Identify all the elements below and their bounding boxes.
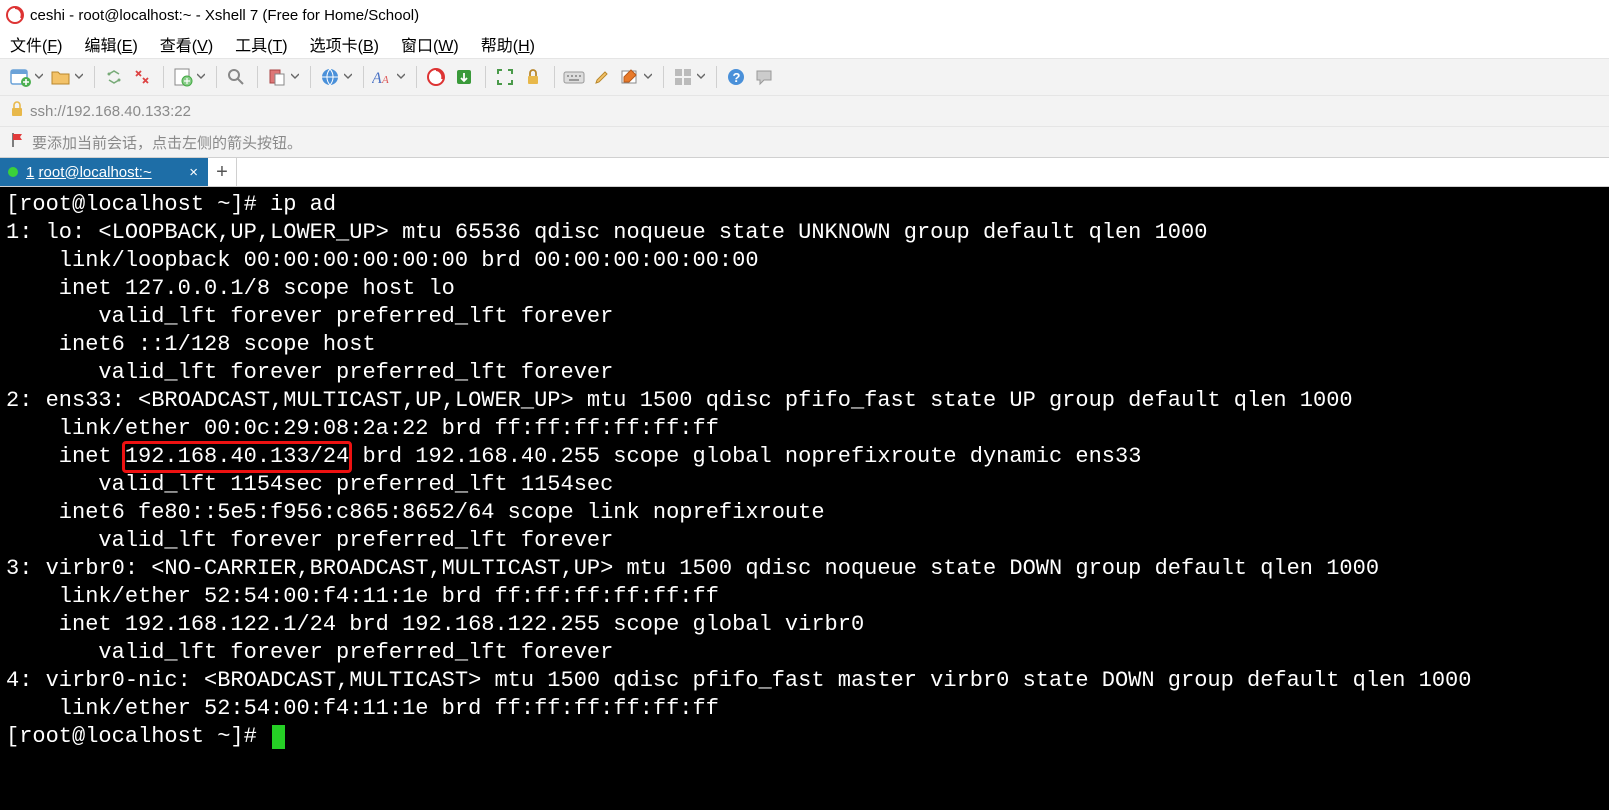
output-line: 4: virbr0-nic: <BROADCAST,MULTICAST> mtu… xyxy=(6,668,1471,693)
output-line: valid_lft forever preferred_lft forever xyxy=(6,304,613,329)
keyboard-icon[interactable] xyxy=(561,64,587,90)
hint-text: 要添加当前会话，点击左侧的箭头按钮。 xyxy=(32,132,302,153)
output-line: valid_lft forever preferred_lft forever xyxy=(6,360,613,385)
dropdown-icon[interactable] xyxy=(343,73,353,81)
output-line: 3: virbr0: <NO-CARRIER,BROADCAST,MULTICA… xyxy=(6,556,1379,581)
tile-icon[interactable] xyxy=(670,64,696,90)
dropdown-icon[interactable] xyxy=(34,73,44,81)
output-line: 1: lo: <LOOPBACK,UP,LOWER_UP> mtu 65536 … xyxy=(6,220,1207,245)
search-icon[interactable] xyxy=(223,64,249,90)
menu-bar: 文件(F) 编辑(E) 查看(V) 工具(T) 选项卡(B) 窗口(W) 帮助(… xyxy=(0,30,1609,58)
paste-icon[interactable] xyxy=(264,64,290,90)
output-line: inet 127.0.0.1/8 scope host lo xyxy=(6,276,455,301)
separator xyxy=(257,66,258,88)
prompt: [root@localhost ~]# xyxy=(6,724,270,749)
menu-window[interactable]: 窗口(W) xyxy=(401,32,459,56)
output-line: valid_lft forever preferred_lft forever xyxy=(6,528,613,553)
separator xyxy=(416,66,417,88)
separator xyxy=(363,66,364,88)
output-line: inet6 fe80::5e5:f956:c865:8652/64 scope … xyxy=(6,500,838,525)
dropdown-icon[interactable] xyxy=(74,73,84,81)
font-icon[interactable]: AA xyxy=(370,64,396,90)
fullscreen-icon[interactable] xyxy=(492,64,518,90)
session-tab[interactable]: 1 root@localhost:~ × xyxy=(0,158,208,186)
svg-text:A: A xyxy=(381,74,389,86)
properties-icon[interactable] xyxy=(170,64,196,90)
svg-text:?: ? xyxy=(733,70,741,85)
menu-edit[interactable]: 编辑(E) xyxy=(84,32,137,56)
chat-icon[interactable] xyxy=(751,64,777,90)
new-session-icon[interactable] xyxy=(8,64,34,90)
tab-bar: 1 root@localhost:~ × + xyxy=(0,158,1609,187)
dropdown-icon[interactable] xyxy=(643,73,653,81)
dropdown-icon[interactable] xyxy=(696,73,706,81)
lock-icon[interactable] xyxy=(520,64,546,90)
output-line: link/ether 00:0c:29:08:2a:22 brd ff:ff:f… xyxy=(6,416,719,441)
flag-icon xyxy=(10,132,26,152)
ssl-lock-icon xyxy=(10,101,24,121)
address-text: ssh://192.168.40.133:22 xyxy=(30,103,191,120)
xftp-icon[interactable] xyxy=(451,64,477,90)
svg-text:A: A xyxy=(372,70,382,87)
new-tab-button[interactable]: + xyxy=(208,158,237,186)
menu-file[interactable]: 文件(F) xyxy=(10,32,62,56)
highlighter-icon[interactable] xyxy=(589,64,615,90)
separator xyxy=(485,66,486,88)
tab-label: 1 root@localhost:~ xyxy=(26,164,179,181)
separator xyxy=(554,66,555,88)
hint-bar: 要添加当前会话，点击左侧的箭头按钮。 xyxy=(0,127,1609,158)
dropdown-icon[interactable] xyxy=(196,73,206,81)
output-line: 2: ens33: <BROADCAST,MULTICAST,UP,LOWER_… xyxy=(6,388,1353,413)
xshell-icon[interactable] xyxy=(423,64,449,90)
cursor xyxy=(272,725,285,749)
output-line: inet xyxy=(6,444,125,469)
output-line: brd 192.168.40.255 scope global noprefix… xyxy=(349,444,1141,469)
separator xyxy=(716,66,717,88)
separator xyxy=(663,66,664,88)
open-icon[interactable] xyxy=(48,64,74,90)
help-icon[interactable]: ? xyxy=(723,64,749,90)
compose-icon[interactable] xyxy=(617,64,643,90)
output-line: valid_lft forever preferred_lft forever xyxy=(6,640,613,665)
dropdown-icon[interactable] xyxy=(396,73,406,81)
prompt: [root@localhost ~]# xyxy=(6,192,270,217)
separator xyxy=(94,66,95,88)
output-line: inet6 ::1/128 scope host xyxy=(6,332,389,357)
highlighted-ip: 192.168.40.133/24 xyxy=(125,443,349,471)
command: ip ad xyxy=(270,192,336,217)
output-line: valid_lft 1154sec preferred_lft 1154sec xyxy=(6,472,613,497)
output-line: link/ether 52:54:00:f4:11:1e brd ff:ff:f… xyxy=(6,696,719,721)
status-dot-icon xyxy=(8,167,18,177)
disconnect-icon[interactable] xyxy=(129,64,155,90)
menu-view[interactable]: 查看(V) xyxy=(160,32,213,56)
output-line: link/loopback 00:00:00:00:00:00 brd 00:0… xyxy=(6,248,759,273)
reconnect-icon[interactable] xyxy=(101,64,127,90)
menu-tools[interactable]: 工具(T) xyxy=(235,32,287,56)
address-bar[interactable]: ssh://192.168.40.133:22 xyxy=(0,96,1609,127)
output-line: link/ether 52:54:00:f4:11:1e brd ff:ff:f… xyxy=(6,584,719,609)
toolbar: AA ? xyxy=(0,58,1609,96)
separator xyxy=(163,66,164,88)
close-tab-icon[interactable]: × xyxy=(189,164,198,181)
app-icon xyxy=(6,6,24,24)
window-title: ceshi - root@localhost:~ - Xshell 7 (Fre… xyxy=(30,7,419,24)
title-bar: ceshi - root@localhost:~ - Xshell 7 (Fre… xyxy=(0,0,1609,30)
separator xyxy=(216,66,217,88)
output-line: inet 192.168.122.1/24 brd 192.168.122.25… xyxy=(6,612,864,637)
separator xyxy=(310,66,311,88)
terminal[interactable]: [root@localhost ~]# ip ad 1: lo: <LOOPBA… xyxy=(0,187,1609,810)
globe-icon[interactable] xyxy=(317,64,343,90)
menu-help[interactable]: 帮助(H) xyxy=(481,32,535,56)
dropdown-icon[interactable] xyxy=(290,73,300,81)
menu-tabs[interactable]: 选项卡(B) xyxy=(310,32,379,56)
